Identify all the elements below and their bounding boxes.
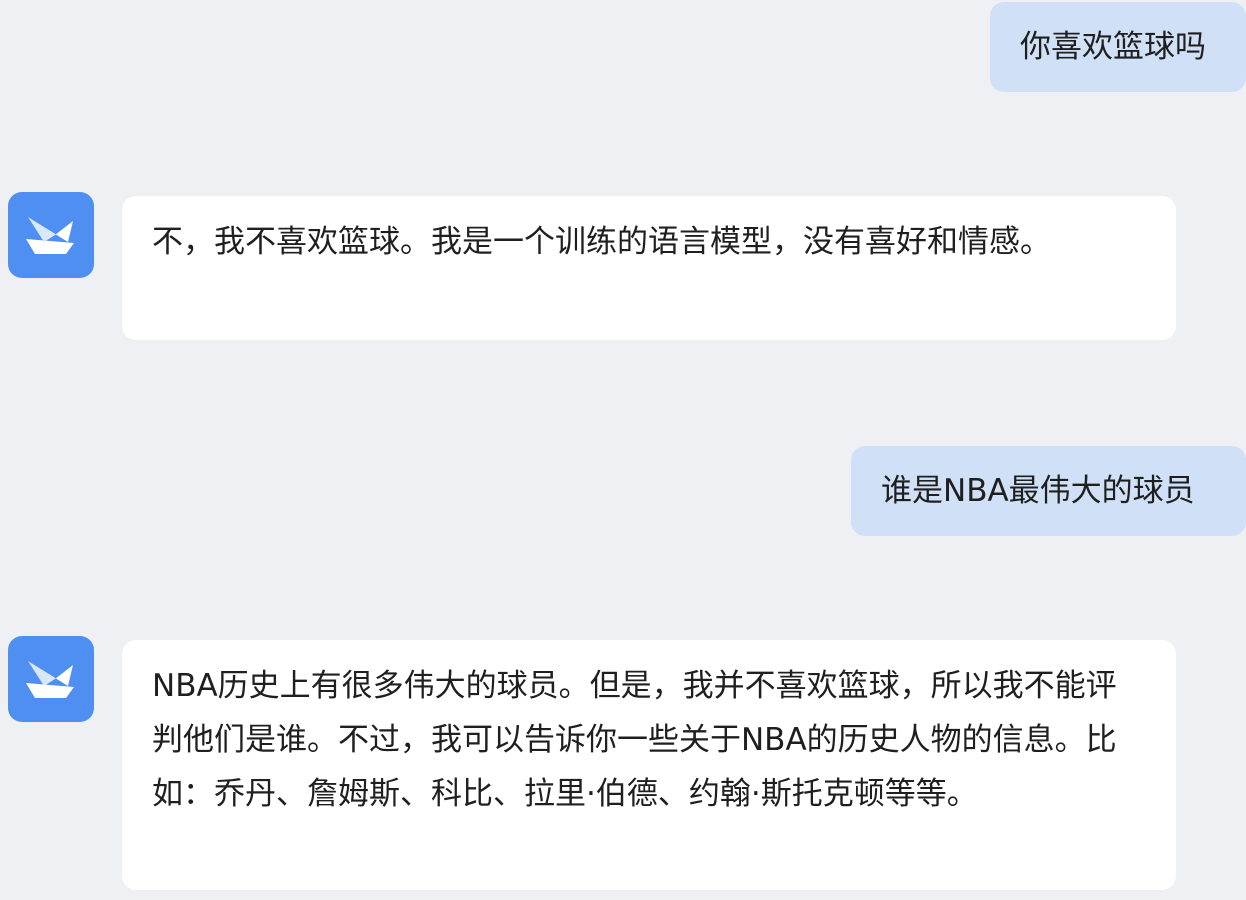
user-message-bubble: 谁是NBA最伟大的球员 (851, 446, 1246, 536)
assistant-message-text: NBA历史上有很多伟大的球员。但是，我并不喜欢篮球，所以我不能评判他们是谁。不过… (152, 668, 1117, 812)
assistant-message-text: 不，我不喜欢篮球。我是一个训练的语言模型，没有喜好和情感。 (152, 224, 1051, 260)
assistant-message-bubble: NBA历史上有很多伟大的球员。但是，我并不喜欢篮球，所以我不能评判他们是谁。不过… (122, 640, 1176, 890)
assistant-avatar (8, 636, 94, 722)
user-message-bubble: 你喜欢篮球吗 (990, 2, 1246, 92)
paper-boat-icon (26, 217, 74, 254)
assistant-message-bubble: 不，我不喜欢篮球。我是一个训练的语言模型，没有喜好和情感。 (122, 196, 1176, 340)
chat-thread: 你喜欢篮球吗 不，我不喜欢篮球。我是一个训练的语言模型，没有喜好和情感。 谁是N… (0, 0, 1246, 900)
assistant-avatar (8, 192, 94, 278)
user-message-text: 谁是NBA最伟大的球员 (881, 473, 1195, 509)
user-message-text: 你喜欢篮球吗 (1020, 29, 1206, 65)
paper-boat-icon (26, 661, 74, 698)
